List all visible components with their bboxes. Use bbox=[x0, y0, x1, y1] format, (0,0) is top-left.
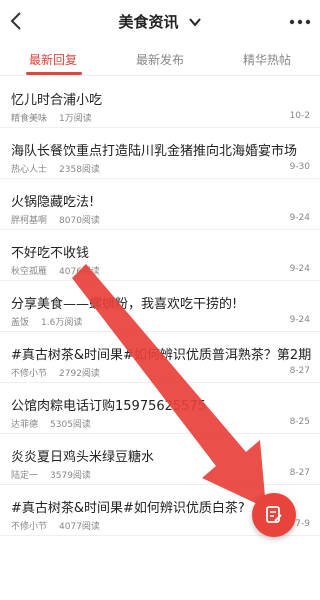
list-item[interactable]: #真古树茶&时间果#如何辨识优质普洱熟茶？第2期 不修小节 2792阅读 8-27 bbox=[0, 332, 320, 383]
post-reads: 2358阅读 bbox=[59, 165, 100, 175]
tab-bar: 最新回复 最新发布 精华热帖 bbox=[0, 42, 320, 76]
chevron-down-icon bbox=[188, 17, 201, 27]
compose-post-button[interactable] bbox=[252, 493, 296, 537]
list-item[interactable]: 火锅隐藏吃法! 胖柯基啊 8070阅读 9-24 bbox=[0, 179, 320, 230]
post-date: 9-24 bbox=[289, 213, 310, 223]
post-date: 9-24 bbox=[289, 315, 310, 325]
post-author: 达菲德 bbox=[11, 420, 39, 430]
list-item[interactable]: 炎炎夏日鸡头米绿豆糖水 陆定一 3579阅读 8-27 bbox=[0, 434, 320, 485]
post-title: 分享美食——螺蛳粉，我喜欢吃干捞的! bbox=[11, 297, 238, 312]
post-author: 秋空孤雁 bbox=[11, 267, 48, 277]
post-title: #真古树茶&时间果#如何辨识优质普洱熟茶？第2期 bbox=[11, 348, 312, 363]
post-date: 7-9 bbox=[295, 519, 310, 529]
post-reads: 3579阅读 bbox=[50, 471, 91, 481]
more-button[interactable] bbox=[288, 14, 312, 28]
post-date: 8-27 bbox=[289, 468, 310, 478]
post-meta: 达菲德 5305阅读 bbox=[11, 417, 91, 430]
post-meta: 不修小节 2792阅读 bbox=[11, 366, 100, 379]
top-bar: 美食资讯 bbox=[0, 0, 320, 42]
post-date: 9-24 bbox=[289, 264, 310, 274]
tab-latest-replies[interactable]: 最新回复 bbox=[0, 51, 106, 68]
tab-latest-posts[interactable]: 最新发布 bbox=[107, 51, 213, 68]
active-tab-indicator bbox=[26, 72, 82, 75]
tab-featured[interactable]: 精华热帖 bbox=[214, 51, 320, 68]
post-author: 不修小节 bbox=[11, 522, 48, 532]
post-reads: 4077阅读 bbox=[59, 522, 100, 532]
post-title: 不好吃不收钱 bbox=[11, 246, 90, 261]
post-title: 公馆肉粽电话订购15975625575 bbox=[11, 399, 206, 414]
post-title: 炎炎夏日鸡头米绿豆糖水 bbox=[11, 450, 155, 465]
post-date: 8-25 bbox=[289, 417, 310, 427]
post-author: 不修小节 bbox=[11, 369, 48, 379]
post-title: 火锅隐藏吃法! bbox=[11, 195, 95, 210]
post-meta: 不修小节 4077阅读 bbox=[11, 519, 100, 532]
post-date: 8-27 bbox=[289, 366, 310, 376]
post-title: 忆儿时合浦小吃 bbox=[11, 93, 103, 108]
more-dots-icon bbox=[289, 19, 311, 25]
post-reads: 1万阅读 bbox=[59, 114, 92, 124]
list-item[interactable]: 不好吃不收钱 秋空孤雁 4076阅读 9-24 bbox=[0, 230, 320, 281]
post-title: #真古树茶&时间果#如何辨识优质白茶? bbox=[11, 501, 245, 516]
post-reads: 8070阅读 bbox=[59, 216, 100, 226]
post-reads: 5305阅读 bbox=[50, 420, 91, 430]
post-date: 9-30 bbox=[289, 162, 310, 172]
list-item[interactable]: 公馆肉粽电话订购15975625575 达菲德 5305阅读 8-25 bbox=[0, 383, 320, 434]
post-author: 陆定一 bbox=[11, 471, 39, 481]
post-reads: 1.6万阅读 bbox=[41, 318, 83, 328]
list-item[interactable]: 分享美食——螺蛳粉，我喜欢吃干捞的! 盖饭 1.6万阅读 9-24 bbox=[0, 281, 320, 332]
post-meta: 胖柯基啊 8070阅读 bbox=[11, 213, 100, 226]
list-item[interactable]: 海队长餐饮重点打造陆川乳金猪推向北海婚宴市场 热心人士 2358阅读 9-30 bbox=[0, 128, 320, 179]
post-list: 忆儿时合浦小吃 精食美味 1万阅读 10-2 海队长餐饮重点打造陆川乳金猪推向北海… bbox=[0, 77, 320, 536]
title-dropdown[interactable]: 美食资讯 bbox=[0, 11, 320, 32]
post-author: 盖饭 bbox=[11, 318, 30, 328]
post-author: 精食美味 bbox=[11, 114, 48, 124]
page-title: 美食资讯 bbox=[118, 13, 179, 31]
post-reads: 4076阅读 bbox=[59, 267, 100, 277]
post-title: 海队长餐饮重点打造陆川乳金猪推向北海婚宴市场 bbox=[11, 144, 298, 159]
post-reads: 2792阅读 bbox=[59, 369, 100, 379]
list-item[interactable]: 忆儿时合浦小吃 精食美味 1万阅读 10-2 bbox=[0, 77, 320, 128]
post-meta: 陆定一 3579阅读 bbox=[11, 468, 91, 481]
post-author: 胖柯基啊 bbox=[11, 216, 48, 226]
post-author: 热心人士 bbox=[11, 165, 48, 175]
edit-post-icon bbox=[266, 506, 282, 523]
post-meta: 盖饭 1.6万阅读 bbox=[11, 315, 82, 328]
post-date: 10-2 bbox=[289, 111, 310, 121]
post-meta: 热心人士 2358阅读 bbox=[11, 162, 100, 175]
post-meta: 秋空孤雁 4076阅读 bbox=[11, 264, 100, 277]
post-meta: 精食美味 1万阅读 bbox=[11, 111, 92, 124]
